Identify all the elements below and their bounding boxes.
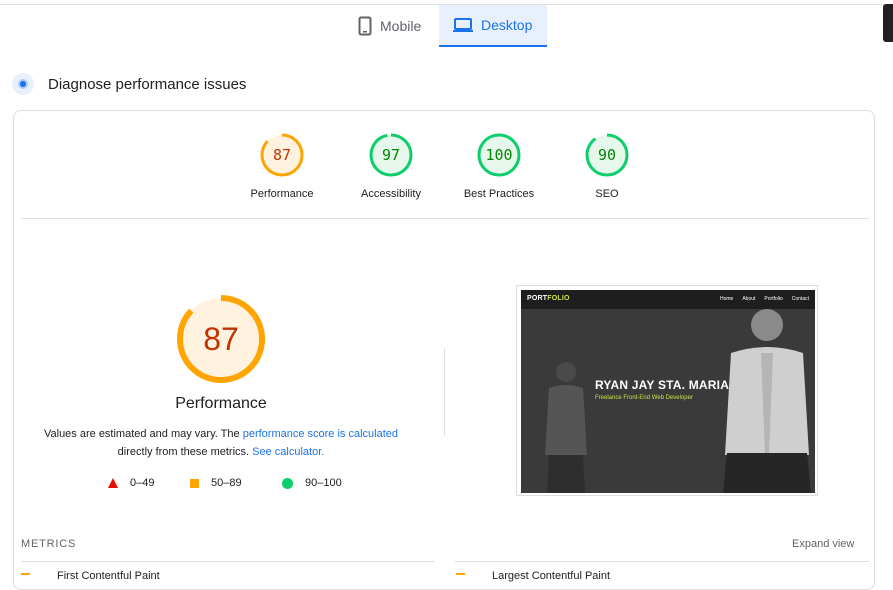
- gauge-performance[interactable]: 87 Performance: [232, 133, 332, 200]
- tab-desktop[interactable]: Desktop: [439, 5, 547, 47]
- person-photo-left: [545, 362, 587, 493]
- legend-fail: 0–49: [108, 477, 190, 489]
- preview-logo: PORTFOLIO: [527, 295, 570, 302]
- preview-subtitle: Freelance Front-End Web Developer: [595, 395, 693, 401]
- performance-description: Values are estimated and may vary. The p…: [40, 425, 402, 461]
- gauge-ring: 87: [260, 133, 304, 177]
- preview-nav-link: Contact: [791, 296, 809, 302]
- gauge-label: Performance: [250, 188, 314, 200]
- preview-name: RYAN JAY STA. MARIA: [595, 378, 730, 392]
- metrics-divider: [455, 561, 869, 562]
- tab-mobile[interactable]: Mobile: [344, 5, 439, 47]
- preview-nav-link: Portfolio: [764, 296, 783, 302]
- gauge-label: SEO: [595, 188, 619, 200]
- corner-widget[interactable]: [883, 4, 893, 42]
- metric-largest-contentful-paint: Largest Contentful Paint: [492, 570, 611, 582]
- gauge-accessibility[interactable]: 97 Accessibility: [341, 133, 441, 200]
- expand-view-button[interactable]: Expand view: [792, 538, 854, 550]
- gauge-label: Best Practices: [463, 188, 535, 200]
- vertical-divider: [444, 348, 445, 436]
- preview-nav-link: About: [742, 296, 756, 302]
- performance-gauge-large: 87: [176, 294, 266, 384]
- gauge-score: 90: [597, 146, 617, 164]
- preview-nav-links: Home About Portfolio Contact: [720, 296, 809, 302]
- laptop-icon: [453, 18, 473, 32]
- screenshot-canvas: PORTFOLIO Home About Portfolio Contact R…: [521, 290, 815, 493]
- person-photo-right: [723, 309, 811, 493]
- diagnose-icon: [12, 73, 34, 95]
- gauge-ring: 97: [369, 133, 413, 177]
- calculator-link[interactable]: See calculator.: [252, 446, 324, 458]
- diagnose-header: Diagnose performance issues: [12, 73, 246, 95]
- logo-part: FOLIO: [547, 295, 570, 302]
- metrics-divider: [21, 561, 435, 562]
- circle-icon: [282, 477, 293, 489]
- performance-score-large: 87: [203, 321, 239, 357]
- tab-desktop-label: Desktop: [481, 17, 533, 33]
- preview-nav-link: Home: [720, 296, 734, 302]
- gauge-best-practices[interactable]: 100 Best Practices: [449, 133, 549, 200]
- performance-title: Performance: [175, 395, 267, 412]
- triangle-icon: [108, 478, 118, 488]
- desc-text: directly from these metrics.: [117, 446, 253, 458]
- gauge-score: 87: [272, 146, 292, 164]
- diagnose-title: Diagnose performance issues: [48, 75, 247, 93]
- gauge-score: 97: [381, 146, 401, 164]
- phone-icon: [358, 16, 372, 36]
- gauge-ring: 100: [477, 133, 521, 177]
- gauge-label: Accessibility: [361, 188, 421, 200]
- logo-part: PORT: [527, 295, 548, 302]
- gauge-score: 100: [485, 146, 513, 164]
- score-calculated-link[interactable]: performance score is calculated: [243, 428, 398, 440]
- square-icon: [190, 478, 199, 488]
- tab-mobile-label: Mobile: [380, 18, 422, 34]
- score-legend: 0–49 50–89 90–100: [108, 477, 342, 489]
- desc-text: Values are estimated and may vary. The: [43, 428, 243, 440]
- section-divider: [21, 218, 869, 219]
- legend-range: 90–100: [305, 477, 342, 489]
- legend-average: 50–89: [190, 477, 282, 489]
- legend-pass: 90–100: [282, 477, 342, 489]
- legend-range: 50–89: [211, 477, 242, 489]
- gauge-ring: 90: [585, 133, 629, 177]
- metrics-heading: METRICS: [21, 538, 77, 550]
- device-tabs: Mobile Desktop: [344, 5, 547, 47]
- legend-range: 0–49: [130, 477, 155, 489]
- metric-first-contentful-paint: First Contentful Paint: [57, 570, 160, 582]
- page-screenshot: PORTFOLIO Home About Portfolio Contact R…: [516, 285, 818, 496]
- gauge-seo[interactable]: 90 SEO: [557, 133, 657, 200]
